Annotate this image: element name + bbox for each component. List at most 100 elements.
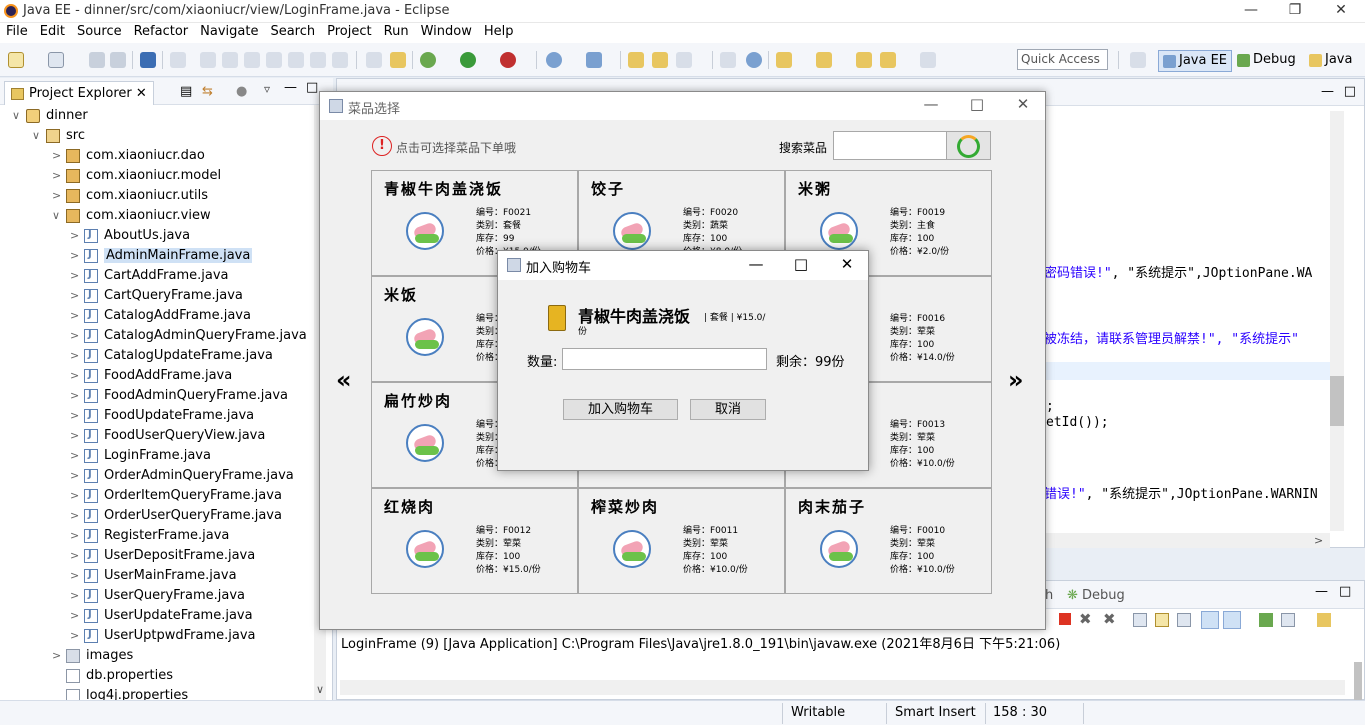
tree-java-file[interactable]: > UserUpdateFrame.java [0, 606, 312, 626]
annotation-icon[interactable] [720, 52, 736, 68]
tree-java-file[interactable]: > CartAddFrame.java [0, 266, 312, 286]
terminate-icon[interactable] [244, 52, 260, 68]
collapsed-arrow-icon[interactable]: > [70, 329, 80, 342]
previous-annotation-icon[interactable] [816, 52, 832, 68]
tree-java-file[interactable]: > CartQueryFrame.java [0, 286, 312, 306]
dialog-close-icon[interactable]: ✕ [832, 255, 862, 273]
editor-vertical-scrollbar[interactable] [1330, 111, 1344, 531]
close-icon[interactable]: ✕ [1326, 2, 1356, 18]
collapsed-arrow-icon[interactable]: > [70, 249, 80, 262]
collapsed-arrow-icon[interactable]: > [70, 429, 80, 442]
open-task-icon[interactable] [652, 52, 668, 68]
last-edit-icon[interactable] [856, 52, 872, 68]
menu-help[interactable]: Help [478, 23, 520, 40]
menu-run[interactable]: Run [378, 23, 415, 40]
tree-java-file[interactable]: > UserUptpwdFrame.java [0, 626, 312, 646]
new-window-icon[interactable] [48, 52, 64, 68]
tree-src-folder[interactable]: ∨ src [0, 126, 312, 146]
debug-icon[interactable] [420, 52, 436, 68]
minimize-view-icon[interactable]: — [284, 80, 297, 95]
tree-package[interactable]: > com.xiaoniucr.utils [0, 186, 312, 206]
open-perspective-icon[interactable] [1130, 52, 1146, 68]
save-icon[interactable] [89, 52, 105, 68]
collapsed-arrow-icon[interactable]: > [70, 369, 80, 382]
tree-java-file[interactable]: > OrderItemQueryFrame.java [0, 486, 312, 506]
tree-java-file[interactable]: > FoodAdminQueryFrame.java [0, 386, 312, 406]
debug-tab[interactable]: ❋ Debug [1067, 588, 1125, 603]
add-to-cart-button[interactable]: 加入购物车 [563, 399, 678, 420]
toggle-mark-icon[interactable] [390, 52, 406, 68]
expanded-arrow-icon[interactable]: ∨ [32, 129, 42, 142]
collapsed-arrow-icon[interactable]: > [70, 469, 80, 482]
scroll-lock-icon[interactable] [1155, 613, 1169, 627]
tree-package[interactable]: ∨ com.xiaoniucr.view [0, 206, 312, 226]
collapsed-arrow-icon[interactable]: > [70, 509, 80, 522]
dialog-minimize-icon[interactable]: — [741, 255, 771, 273]
tree-java-file[interactable]: > CatalogAdminQueryFrame.java [0, 326, 312, 346]
editor-scroll-thumb[interactable] [1330, 376, 1344, 426]
save-all-icon[interactable] [110, 52, 126, 68]
collapsed-arrow-icon[interactable]: > [52, 649, 62, 662]
tree-package[interactable]: > com.xiaoniucr.dao [0, 146, 312, 166]
tree-java-file[interactable]: > UserMainFrame.java [0, 566, 312, 586]
disconnect-icon[interactable] [266, 52, 282, 68]
menu-edit[interactable]: Edit [34, 23, 71, 40]
next-annotation-icon[interactable] [776, 52, 792, 68]
console-horizontal-scrollbar[interactable] [340, 680, 1345, 695]
console-vertical-scrollbar[interactable] [1354, 662, 1362, 700]
collapsed-arrow-icon[interactable]: > [70, 389, 80, 402]
food-card[interactable]: 榨菜炒肉 编号：F0011 类别：荤菜 库存：100 价格：¥10.0/份 [578, 488, 785, 594]
new-server-icon[interactable] [546, 52, 562, 68]
step-return-icon[interactable] [332, 52, 348, 68]
collapsed-arrow-icon[interactable]: > [70, 569, 80, 582]
menu-window[interactable]: Window [415, 23, 478, 40]
quick-access-input[interactable]: Quick Access [1017, 49, 1108, 70]
tree-java-file[interactable]: > RegisterFrame.java [0, 526, 312, 546]
search-icon[interactable] [676, 52, 692, 68]
tree-java-file[interactable]: > CatalogUpdateFrame.java [0, 346, 312, 366]
restore-icon[interactable]: ❐ [1280, 2, 1310, 18]
expanded-arrow-icon[interactable]: ∨ [52, 209, 62, 222]
prev-page-button[interactable]: « [336, 366, 352, 394]
food-minimize-icon[interactable]: — [916, 95, 946, 113]
web-browser-icon[interactable] [746, 52, 762, 68]
food-close-icon[interactable]: ✕ [1008, 95, 1038, 113]
filters-icon[interactable]: ● [236, 84, 247, 99]
forward-icon[interactable] [920, 52, 936, 68]
back-icon[interactable] [880, 52, 896, 68]
tree-java-file[interactable]: > CatalogAddFrame.java [0, 306, 312, 326]
food-maximize-icon[interactable]: □ [962, 95, 992, 113]
tree-project[interactable]: ∨ dinner [0, 106, 312, 126]
pin-console-icon[interactable] [1259, 613, 1273, 627]
display-console-icon[interactable] [1281, 613, 1295, 627]
scroll-down-icon[interactable]: ∨ [316, 683, 324, 696]
run-icon[interactable] [460, 52, 476, 68]
link-editor-icon[interactable]: ⇆ [202, 84, 213, 99]
console-minimize-icon[interactable]: — [1315, 584, 1328, 599]
food-card[interactable]: 肉末茄子 编号：F0010 类别：荤菜 库存：100 价格：¥10.0/份 [785, 488, 992, 594]
collapsed-arrow-icon[interactable]: > [70, 529, 80, 542]
collapsed-arrow-icon[interactable]: > [70, 269, 80, 282]
collapsed-arrow-icon[interactable]: > [70, 349, 80, 362]
open-type-icon[interactable] [628, 52, 644, 68]
menu-navigate[interactable]: Navigate [194, 23, 264, 40]
tree-db-properties[interactable]: db.properties [0, 666, 312, 686]
expanded-arrow-icon[interactable]: ∨ [12, 109, 22, 122]
perspective-debug[interactable]: Debug [1233, 50, 1300, 72]
step-over-icon[interactable] [310, 52, 326, 68]
tree-java-file[interactable]: > OrderUserQueryFrame.java [0, 506, 312, 526]
show-on-stdout-icon[interactable] [1201, 611, 1219, 629]
tree-package[interactable]: > com.xiaoniucr.model [0, 166, 312, 186]
maximize-view-icon[interactable]: □ [306, 80, 318, 95]
new-class-icon[interactable] [586, 52, 602, 68]
collapsed-arrow-icon[interactable]: > [70, 289, 80, 302]
open-console-icon[interactable] [1317, 613, 1331, 627]
menu-refactor[interactable]: Refactor [128, 23, 195, 40]
tree-java-file[interactable]: > OrderAdminQueryFrame.java [0, 466, 312, 486]
show-on-stderr-icon[interactable] [1223, 611, 1241, 629]
tree-java-file[interactable]: > FoodUpdateFrame.java [0, 406, 312, 426]
terminal-icon[interactable] [140, 52, 156, 68]
menu-source[interactable]: Source [71, 23, 128, 40]
close-tab-icon[interactable]: ✕ [136, 86, 147, 101]
menu-search[interactable]: Search [264, 23, 321, 40]
